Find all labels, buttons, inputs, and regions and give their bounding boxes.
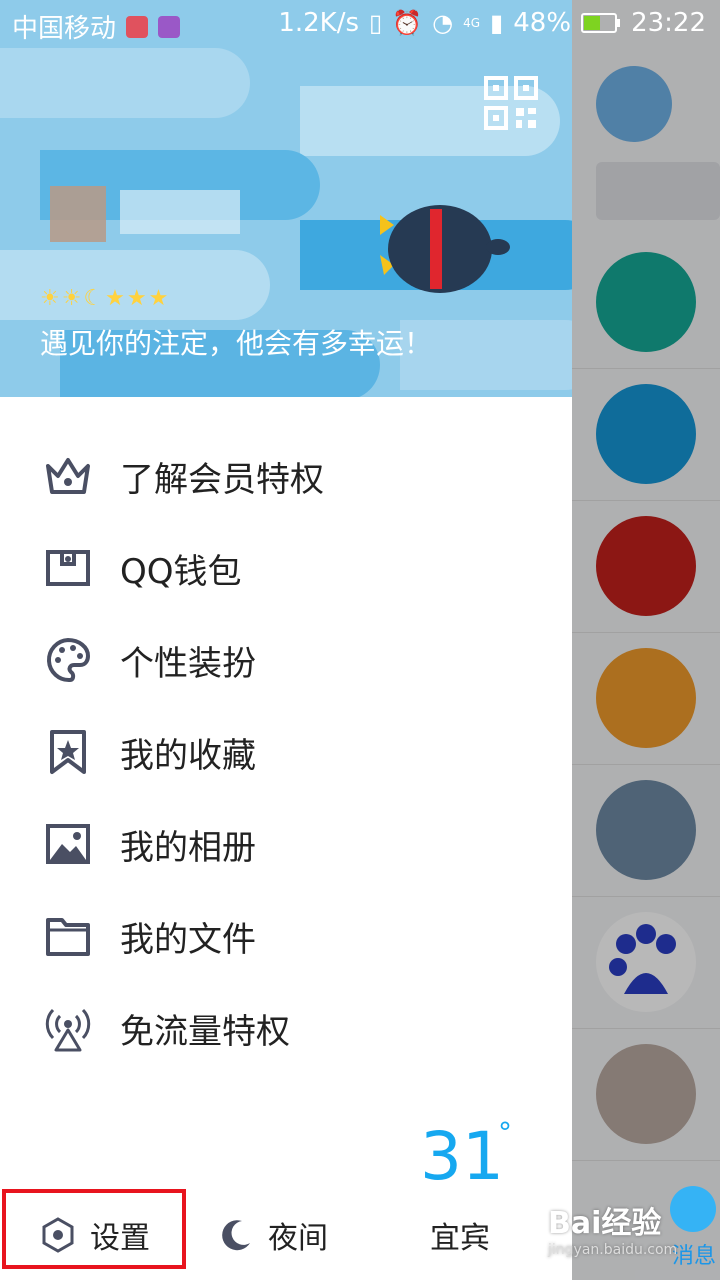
- wifi-icon: ◔: [432, 9, 454, 37]
- menu-item-label: 免流量特权: [120, 1012, 290, 1052]
- profile-signature[interactable]: 遇见你的注定，他会有多幸运！: [40, 322, 432, 362]
- settings-highlight-box: [2, 1189, 186, 1269]
- signal-icon: ▮: [490, 9, 504, 37]
- baidu-jingyan-watermark: Bai经验 jingyan.baidu.com: [548, 1198, 677, 1258]
- menu-item-label: 我的相册: [120, 828, 256, 868]
- menu-item-label: 我的收藏: [120, 736, 256, 776]
- vibrate-icon: ▯: [369, 9, 383, 37]
- image-icon: [46, 824, 90, 864]
- level-badges[interactable]: ☀☀☾★★★: [40, 286, 170, 311]
- mail-notification-icon: [126, 15, 149, 38]
- weather-degree-symbol: °: [498, 1116, 512, 1149]
- night-mode-button[interactable]: 夜间: [218, 1190, 328, 1280]
- network-speed: 1.2K/s: [278, 8, 360, 38]
- weather-city-label: 宜宾: [430, 1221, 490, 1256]
- nickname-blurred: [120, 190, 240, 234]
- wallet-icon: [46, 550, 90, 586]
- watermark-brand: Bai经验: [548, 1206, 662, 1241]
- battery-percent: 48%: [513, 8, 572, 38]
- menu-item-favorites[interactable]: 我的收藏: [0, 706, 572, 798]
- gallery-notification-icon: [158, 15, 181, 38]
- drawer-scrim[interactable]: [572, 0, 720, 1280]
- menu-item-label: 我的文件: [120, 920, 256, 960]
- weather-temperature[interactable]: 31: [420, 1118, 504, 1195]
- status-bar: 中国移动 1.2K/s ▯ ⏰ ◔ 4G ▮ 48% 23:22: [0, 0, 720, 48]
- folder-icon: [46, 918, 90, 956]
- drawer-menu: 了解会员特权 QQ钱包 个性装扮 我的收藏 我的相册 我的文件 免流量特权: [0, 430, 572, 1074]
- bookmark-star-icon: [50, 730, 86, 774]
- alarm-icon: ⏰: [392, 9, 423, 37]
- watermark-url: jingyan.baidu.com: [548, 1242, 678, 1258]
- menu-item-album[interactable]: 我的相册: [0, 798, 572, 890]
- profile-header[interactable]: ☀☀☾★★★ 遇见你的注定，他会有多幸运！: [0, 0, 572, 397]
- penguin-decoration-icon: [380, 205, 510, 293]
- menu-item-free-data[interactable]: 免流量特权: [0, 982, 572, 1074]
- night-mode-label: 夜间: [268, 1221, 328, 1256]
- menu-item-theme[interactable]: 个性装扮: [0, 614, 572, 706]
- qr-code-icon[interactable]: [484, 76, 538, 130]
- network-type: 4G: [463, 16, 481, 30]
- menu-item-vip[interactable]: 了解会员特权: [0, 430, 572, 522]
- menu-item-label: QQ钱包: [120, 552, 242, 592]
- carrier-label: 中国移动: [12, 14, 117, 44]
- antenna-icon: [45, 1008, 91, 1052]
- side-drawer: ☀☀☾★★★ 遇见你的注定，他会有多幸运！ 了解会员特权 QQ钱包 个性装扮 我…: [0, 0, 572, 1280]
- menu-item-wallet[interactable]: QQ钱包: [0, 522, 572, 614]
- palette-icon: [46, 637, 91, 683]
- moon-icon: [222, 1220, 250, 1251]
- profile-avatar-and-name[interactable]: [40, 180, 250, 244]
- battery-icon: [581, 13, 621, 33]
- menu-item-label: 个性装扮: [120, 644, 256, 684]
- clock: 23:22: [631, 8, 706, 38]
- menu-item-files[interactable]: 我的文件: [0, 890, 572, 982]
- avatar[interactable]: [50, 186, 106, 242]
- menu-item-label: 了解会员特权: [120, 460, 324, 500]
- message-tab-label[interactable]: 消息: [672, 1238, 716, 1270]
- weather-city[interactable]: 宜宾: [430, 1190, 490, 1280]
- crown-icon: [46, 458, 90, 494]
